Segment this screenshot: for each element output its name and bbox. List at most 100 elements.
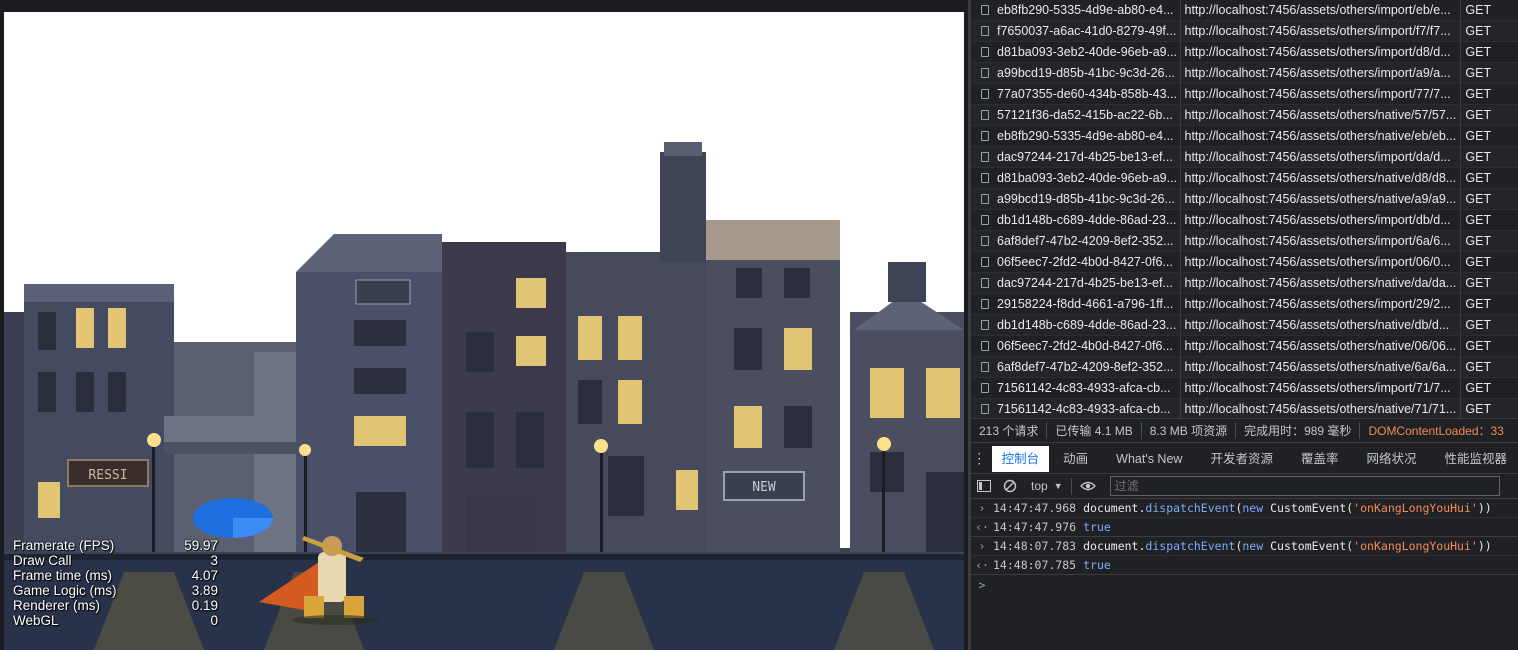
file-icon (981, 236, 989, 246)
request-url-cell: http://localhost:7456/assets/others/nati… (1181, 357, 1462, 377)
file-icon (981, 89, 989, 99)
request-url-cell: http://localhost:7456/assets/others/nati… (1181, 189, 1462, 209)
tab-network-conditions[interactable]: 网络状况 (1352, 444, 1430, 474)
shop-sign-left: RESSI (88, 468, 127, 483)
table-row[interactable]: db1d148b-c689-4dde-86ad-23... http://loca… (971, 210, 1518, 231)
tab-developer-resources[interactable]: 开发者资源 (1196, 444, 1287, 474)
table-row[interactable]: 71561142-4c83-4933-afca-cb... http://loca… (971, 378, 1518, 399)
request-method-cell: GET (1465, 276, 1492, 290)
file-icon (981, 320, 989, 330)
request-method-cell: GET (1465, 45, 1492, 59)
table-row[interactable]: 29158224-f8dd-4661-a796-1ff... http://loc… (971, 294, 1518, 315)
request-method-cell: GET (1465, 234, 1492, 248)
request-name-cell: 57121f36-da52-415b-ac22-6b... (971, 105, 1181, 125)
request-name-cell: 06f5eec7-2fd2-4b0d-8427-0f6... (971, 252, 1181, 272)
file-icon (981, 362, 989, 372)
input-arrow-icon: › (978, 539, 986, 553)
table-row[interactable]: a99bcd19-d85b-41bc-9c3d-26... http://loca… (971, 189, 1518, 210)
building-far-right (850, 262, 964, 552)
building-center (442, 242, 566, 552)
request-method-cell: GET (1465, 66, 1492, 80)
finish-time: 完成用时：989 毫秒 (1236, 422, 1361, 439)
request-name-cell: eb8fb290-5335-4d9e-ab80-e4... (971, 126, 1181, 146)
table-row[interactable]: 06f5eec7-2fd2-4b0d-8427-0f6... http://loc… (971, 252, 1518, 273)
request-name-cell: eb8fb290-5335-4d9e-ab80-e4... (971, 0, 1181, 20)
request-method-cell: GET (1465, 192, 1492, 206)
table-row[interactable]: d81ba093-3eb2-40de-96eb-a9... http://loca… (971, 168, 1518, 189)
request-url-cell: http://localhost:7456/assets/others/nati… (1181, 273, 1462, 293)
table-row[interactable]: 71561142-4c83-4933-afca-cb... http://loca… (971, 399, 1518, 418)
request-method-cell: GET (1465, 87, 1492, 101)
request-name-cell: d81ba093-3eb2-40de-96eb-a9... (971, 168, 1181, 188)
request-url-cell: http://localhost:7456/assets/others/impo… (1181, 231, 1462, 251)
file-icon (981, 299, 989, 309)
table-row[interactable]: a99bcd19-d85b-41bc-9c3d-26... http://loca… (971, 63, 1518, 84)
eye-icon[interactable] (1072, 474, 1104, 499)
sidebar-toggle-icon[interactable] (971, 474, 997, 499)
table-row[interactable]: db1d148b-c689-4dde-86ad-23... http://loca… (971, 315, 1518, 336)
game-preview: RESSI NEW Framerate (FPS) 59.97 Draw Cal… (0, 0, 968, 650)
table-row[interactable]: 06f5eec7-2fd2-4b0d-8427-0f6... http://loc… (971, 336, 1518, 357)
building-brick (566, 142, 706, 552)
table-row[interactable]: f7650037-a6ac-41d0-8279-49f... http://loc… (971, 21, 1518, 42)
file-icon (981, 152, 989, 162)
shop-sign-right: NEW (752, 480, 776, 495)
request-method-cell: GET (1465, 318, 1492, 332)
table-row[interactable]: d81ba093-3eb2-40de-96eb-a9... http://loca… (971, 42, 1518, 63)
building-center-left (296, 234, 442, 552)
request-url-cell: http://localhost:7456/assets/others/impo… (1181, 147, 1462, 167)
context-selector[interactable]: top ▼ (1023, 477, 1072, 495)
request-name-cell: f7650037-a6ac-41d0-8279-49f... (971, 21, 1181, 41)
game-canvas[interactable]: RESSI NEW Framerate (FPS) 59.97 Draw Cal… (4, 12, 964, 650)
request-method-cell: GET (1465, 150, 1492, 164)
table-row[interactable]: 6af8def7-47b2-4209-8ef2-352... http://loc… (971, 231, 1518, 252)
console-output: › 14:47:47.968 document. dispatchEvent(ne… (971, 499, 1518, 650)
request-count: 213 个请求 (971, 422, 1048, 439)
console-input-line: › 14:48:07.783 document. dispatchEvent(ne… (971, 537, 1518, 556)
request-url-cell: http://localhost:7456/assets/others/impo… (1181, 294, 1462, 314)
building-right: NEW (706, 220, 840, 552)
console-filter-input[interactable] (1109, 476, 1500, 496)
request-url-cell: http://localhost:7456/assets/others/impo… (1181, 84, 1462, 104)
stat-draw-call: Draw Call 3 (13, 553, 218, 568)
file-icon (981, 257, 989, 267)
request-name-cell: 29158224-f8dd-4661-a796-1ff... (971, 294, 1181, 314)
tab-console[interactable]: 控制台 (991, 445, 1050, 472)
file-icon (981, 5, 989, 15)
table-row[interactable]: 77a07355-de60-434b-858b-43... http://loca… (971, 84, 1518, 105)
request-name-cell: dac97244-217d-4b25-be13-ef... (971, 147, 1181, 167)
request-method-cell: GET (1465, 3, 1492, 17)
tab-whats-new[interactable]: What's New (1102, 444, 1196, 474)
request-name-cell: 06f5eec7-2fd2-4b0d-8427-0f6... (971, 336, 1181, 356)
request-method-cell: GET (1465, 129, 1492, 143)
drawer-tab-bar: ⋮ 控制台 动画 What's New 开发者资源 覆盖率 网络状况 性能监视器 (971, 444, 1518, 474)
console-prompt[interactable]: > (971, 575, 1518, 594)
result-arrow-icon: ‹· (975, 520, 989, 534)
request-name-cell: d81ba093-3eb2-40de-96eb-a9... (971, 42, 1181, 62)
table-row[interactable]: 6af8def7-47b2-4209-8ef2-352... http://loc… (971, 357, 1518, 378)
file-icon (981, 47, 989, 57)
tab-animations[interactable]: 动画 (1049, 444, 1102, 474)
table-row[interactable]: dac97244-217d-4b25-be13-ef... http://loca… (971, 147, 1518, 168)
tab-coverage[interactable]: 覆盖率 (1287, 444, 1353, 474)
table-row[interactable]: eb8fb290-5335-4d9e-ab80-e4... http://loca… (971, 0, 1518, 21)
dom-content-loaded: DOMContentLoaded：33 (1368, 424, 1504, 438)
input-arrow-icon: › (978, 501, 986, 515)
request-url-cell: http://localhost:7456/assets/others/nati… (1181, 126, 1462, 146)
tab-performance-monitor[interactable]: 性能监视器 (1430, 444, 1518, 474)
clear-console-icon[interactable] (997, 474, 1023, 499)
stat-renderer: Renderer (ms) 0.19 (13, 598, 218, 613)
context-label: top (1031, 479, 1048, 493)
more-tabs-icon[interactable]: ⋮ (971, 450, 988, 467)
request-url-cell: http://localhost:7456/assets/others/nati… (1181, 315, 1462, 335)
table-row[interactable]: dac97244-217d-4b25-be13-ef... http://loca… (971, 273, 1518, 294)
request-name-cell: 6af8def7-47b2-4209-8ef2-352... (971, 357, 1181, 377)
file-icon (981, 68, 989, 78)
request-name-cell: dac97244-217d-4b25-be13-ef... (971, 273, 1181, 293)
request-name-cell: db1d148b-c689-4dde-86ad-23... (971, 315, 1181, 335)
table-row[interactable]: eb8fb290-5335-4d9e-ab80-e4... http://loca… (971, 126, 1518, 147)
file-icon (981, 341, 989, 351)
request-url-cell: http://localhost:7456/assets/others/nati… (1181, 105, 1462, 125)
console-result-line: ‹· 14:47:47.976 true (971, 518, 1518, 537)
table-row[interactable]: 57121f36-da52-415b-ac22-6b... http://loca… (971, 105, 1518, 126)
